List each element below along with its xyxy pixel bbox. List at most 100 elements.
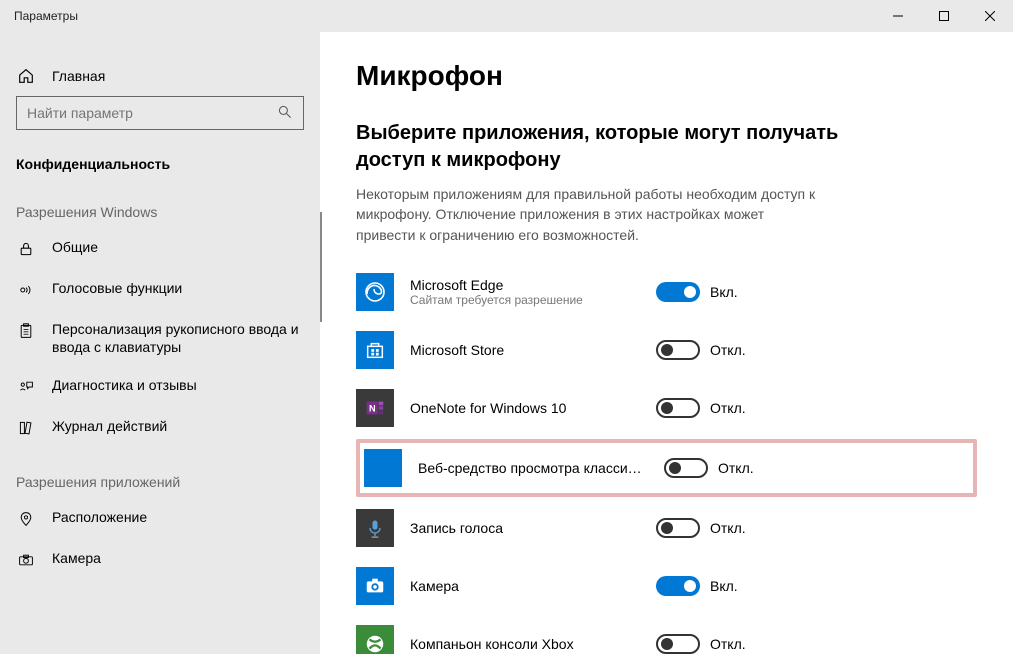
nav-diagnostics[interactable]: Диагностика и отзывы [0, 366, 320, 407]
window-controls [875, 0, 1013, 32]
toggle-switch[interactable] [656, 518, 700, 538]
toggle-knob [661, 522, 673, 534]
app-row: Microsoft EdgeСайтам требуется разрешени… [356, 263, 977, 321]
camera-icon [16, 550, 36, 570]
toggle-wrap: Вкл. [656, 282, 738, 302]
close-button[interactable] [967, 0, 1013, 32]
toggle-label: Откл. [710, 636, 746, 652]
location-icon [16, 509, 36, 529]
svg-text:N: N [369, 404, 376, 414]
home-icon [16, 66, 36, 86]
nav-label: Голосовые функции [52, 279, 304, 297]
edge-app-icon [356, 273, 394, 311]
maximize-icon [939, 11, 949, 21]
titlebar: Параметры [0, 0, 1013, 32]
toggle-switch[interactable] [656, 398, 700, 418]
toggle-knob [661, 402, 673, 414]
app-row: Microsoft Store Откл. [356, 321, 977, 379]
toggle-knob [684, 286, 696, 298]
nav-label: Журнал действий [52, 417, 304, 435]
sidebar-group-apps: Разрешения приложений [0, 448, 320, 498]
window-title: Параметры [14, 9, 78, 23]
toggle-wrap: Вкл. [656, 576, 738, 596]
toggle-wrap: Откл. [664, 458, 754, 478]
app-name: Запись голоса [410, 520, 640, 536]
blank-app-icon [364, 449, 402, 487]
nav-label: Диагностика и отзывы [52, 376, 304, 394]
clipboard-icon [16, 321, 36, 341]
toggle-label: Откл. [710, 400, 746, 416]
nav-label: Расположение [52, 508, 304, 526]
app-name: Microsoft Store [410, 342, 640, 358]
app-text: Microsoft Store [410, 342, 640, 358]
minimize-button[interactable] [875, 0, 921, 32]
toggle-label: Откл. [710, 342, 746, 358]
app-name: Камера [410, 578, 640, 594]
store-app-icon [356, 331, 394, 369]
onenote-app-icon: N [356, 389, 394, 427]
sidebar-home-label: Главная [52, 68, 105, 84]
nav-label: Камера [52, 549, 304, 567]
settings-window: Параметры Главная [0, 0, 1013, 654]
app-name: Microsoft Edge [410, 277, 640, 293]
search-box[interactable] [16, 96, 304, 130]
sidebar-home[interactable]: Главная [0, 56, 320, 96]
toggle-switch[interactable] [656, 634, 700, 654]
main-panel: Микрофон Выберите приложения, которые мо… [320, 32, 1013, 654]
nav-label: Персонализация рукописного ввода и ввода… [52, 320, 304, 356]
toggle-label: Вкл. [710, 578, 738, 594]
toggle-knob [669, 462, 681, 474]
toggle-switch[interactable] [656, 576, 700, 596]
app-text: OneNote for Windows 10 [410, 400, 640, 416]
nav-camera[interactable]: Камера [0, 539, 320, 580]
nav-label: Общие [52, 238, 304, 256]
app-name: OneNote for Windows 10 [410, 400, 640, 416]
nav-inking[interactable]: Персонализация рукописного ввода и ввода… [0, 310, 320, 366]
app-subtext: Сайтам требуется разрешение [410, 293, 640, 307]
toggle-switch[interactable] [664, 458, 708, 478]
toggle-knob [661, 638, 673, 650]
app-row: Запись голоса Откл. [356, 499, 977, 557]
search-input[interactable] [27, 105, 277, 121]
toggle-wrap: Откл. [656, 340, 746, 360]
lock-icon [16, 239, 36, 259]
history-icon [16, 418, 36, 438]
app-text: Камера [410, 578, 640, 594]
sidebar-section-label: Конфиденциальность [0, 138, 320, 178]
toggle-wrap: Откл. [656, 634, 746, 654]
content: Главная Конфиденциальность Разрешения Wi… [0, 32, 1013, 654]
toggle-label: Откл. [718, 460, 754, 476]
nav-activity[interactable]: Журнал действий [0, 407, 320, 448]
app-text: Веб-средство просмотра классиче... [418, 460, 648, 476]
toggle-knob [661, 344, 673, 356]
search-wrap [0, 96, 320, 138]
app-text: Компаньон консоли Xbox [410, 636, 640, 652]
feedback-icon [16, 377, 36, 397]
section-heading: Выберите приложения, которые могут получ… [356, 120, 876, 174]
toggle-knob [684, 580, 696, 592]
nav-voice[interactable]: Голосовые функции [0, 269, 320, 310]
maximize-button[interactable] [921, 0, 967, 32]
sidebar-group-windows: Разрешения Windows [0, 178, 320, 228]
nav-general[interactable]: Общие [0, 228, 320, 269]
search-icon [277, 104, 293, 123]
scroll-indicator [320, 212, 322, 322]
app-name: Веб-средство просмотра классиче... [418, 460, 648, 476]
toggle-wrap: Откл. [656, 398, 746, 418]
app-text: Запись голоса [410, 520, 640, 536]
voice-icon [16, 280, 36, 300]
nav-location[interactable]: Расположение [0, 498, 320, 539]
toggle-label: Вкл. [710, 284, 738, 300]
toggle-label: Откл. [710, 520, 746, 536]
app-list: Microsoft EdgeСайтам требуется разрешени… [356, 263, 977, 654]
app-row: Камера Вкл. [356, 557, 977, 615]
app-row: Компаньон консоли Xbox Откл. [356, 615, 977, 654]
sidebar: Главная Конфиденциальность Разрешения Wi… [0, 32, 320, 654]
app-text: Microsoft EdgeСайтам требуется разрешени… [410, 277, 640, 307]
page-title: Микрофон [356, 60, 977, 92]
toggle-switch[interactable] [656, 340, 700, 360]
app-row: N OneNote for Windows 10 Откл. [356, 379, 977, 437]
section-description: Некоторым приложениям для правильной раб… [356, 184, 826, 245]
camera-app-icon [356, 567, 394, 605]
toggle-switch[interactable] [656, 282, 700, 302]
